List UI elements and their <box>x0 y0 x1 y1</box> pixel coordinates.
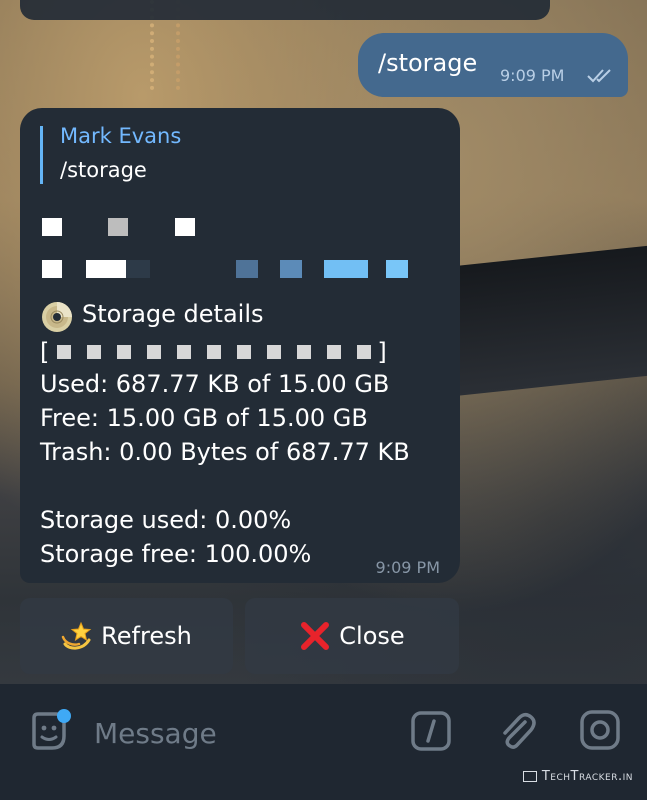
slash-command-icon[interactable] <box>410 710 452 752</box>
watermark: TechTracker.in <box>522 769 633 784</box>
sticker-icon[interactable] <box>26 708 72 754</box>
trash-line: Trash: 0.00 Bytes of 687.77 KB <box>40 438 410 466</box>
refresh-button[interactable]: Refresh <box>20 598 233 674</box>
previous-message-bubble[interactable] <box>20 0 550 20</box>
red-x-icon <box>301 622 330 650</box>
watermark-logo-icon <box>522 771 537 782</box>
incoming-message-bubble[interactable]: Mark Evans /storage Storage details [ ] … <box>20 108 460 583</box>
reply-quote-bar <box>40 126 43 184</box>
refresh-button-label: Refresh <box>101 622 192 650</box>
message-input[interactable] <box>92 712 396 754</box>
paperclip-icon[interactable] <box>495 708 539 754</box>
camera-icon[interactable] <box>578 708 622 752</box>
close-button-label: Close <box>339 622 405 650</box>
double-check-icon <box>587 69 611 83</box>
outgoing-message-bubble[interactable]: /storage 9:09 PM <box>358 33 628 97</box>
watermark-text: TechTracker.in <box>541 769 633 784</box>
dizzy-star-icon <box>61 621 92 650</box>
used-line: Used: 687.77 KB of 15.00 GB <box>40 370 390 398</box>
free-line: Free: 15.00 GB of 15.00 GB <box>40 404 368 432</box>
disc-icon <box>42 302 72 332</box>
close-button[interactable]: Close <box>245 598 459 674</box>
storage-free-line: Storage free: 100.00% <box>40 540 312 568</box>
storage-details-title: Storage details <box>82 300 264 328</box>
storage-usage-bar: [ ] <box>40 336 387 368</box>
reply-sender-name[interactable]: Mark Evans <box>60 124 181 148</box>
storage-used-line: Storage used: 0.00% <box>40 506 292 534</box>
bar-close-bracket: ] <box>377 338 387 366</box>
outgoing-message-time: 9:09 PM <box>500 66 565 85</box>
incoming-message-time: 9:09 PM <box>375 558 440 577</box>
outgoing-message-text: /storage <box>378 49 478 77</box>
message-input-bar: TechTracker.in <box>0 684 647 800</box>
bar-open-bracket: [ <box>40 338 50 366</box>
reply-quoted-text: /storage <box>60 158 147 182</box>
